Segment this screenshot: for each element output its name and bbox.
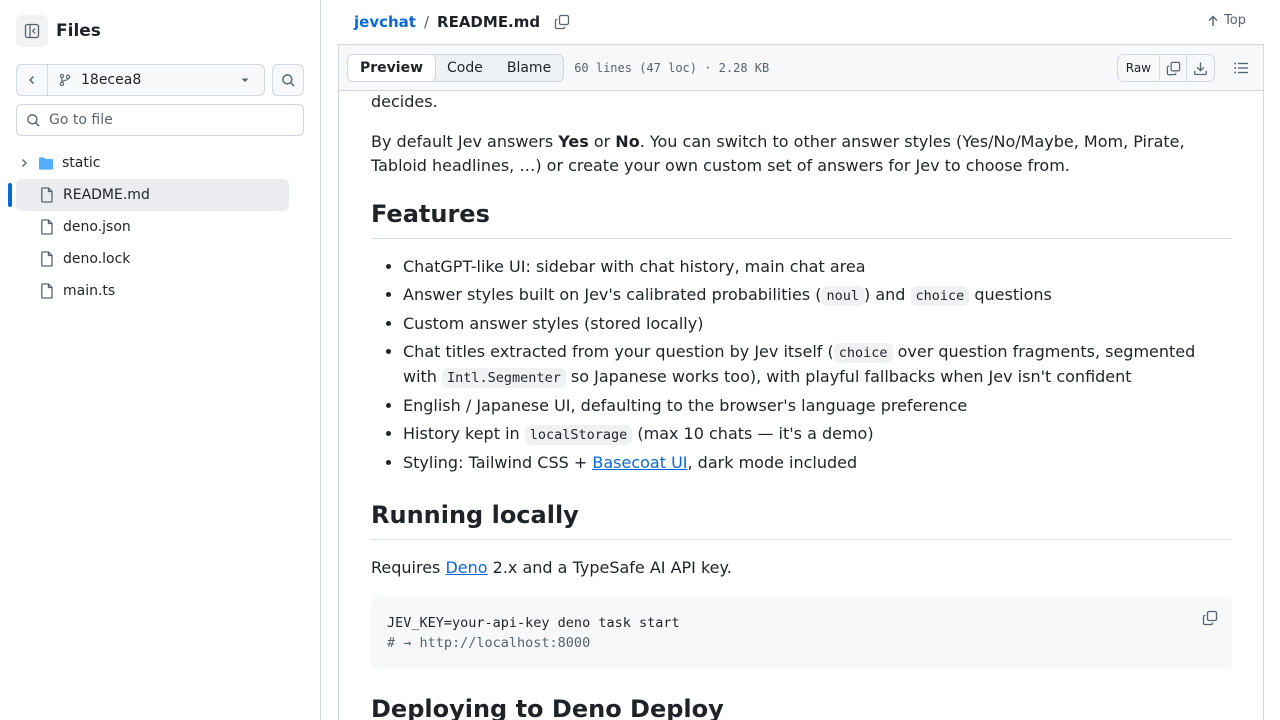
list-unordered-icon [1234, 62, 1248, 74]
download-button[interactable] [1187, 55, 1214, 81]
download-icon [1194, 61, 1207, 75]
list-item: English / Japanese UI, defaulting to the… [403, 394, 1232, 418]
code-line: JEV_KEY=your-api-key deno task start [387, 615, 680, 631]
file-icon [41, 251, 53, 267]
sidebar-title: Files [56, 21, 101, 41]
tree-item-deno-lock[interactable]: deno.lock [16, 243, 289, 275]
search-icon [281, 73, 295, 87]
copy-icon [554, 14, 570, 30]
go-to-file-field[interactable] [16, 104, 304, 136]
copy-icon [1202, 610, 1218, 626]
tree-item-label: README.md [63, 187, 150, 203]
file-tree-sidebar: Files 18ecea8 static REA [0, 0, 321, 720]
raw-button[interactable]: Raw [1118, 55, 1160, 81]
paragraph: By default Jev answers Yes or No. You ca… [371, 132, 1185, 175]
copy-code-button[interactable] [1202, 610, 1218, 632]
branch-select[interactable]: 18ecea8 [48, 65, 264, 95]
paragraph: Requires Deno 2.x and a TypeSafe AI API … [371, 558, 732, 577]
code-line: # → http://localhost:8000 [387, 635, 591, 651]
search-files-button[interactable] [272, 64, 304, 96]
heading-running-locally: Running locally [371, 499, 1232, 540]
readme-content: decides. By default Jev answers Yes or N… [338, 91, 1264, 720]
arrow-up-icon [1208, 15, 1218, 26]
breadcrumb-repo-link[interactable]: jevchat [354, 13, 416, 31]
file-toolbar: Preview Code Blame 60 lines (47 loc) · 2… [338, 44, 1264, 91]
tree-item-readme[interactable]: README.md [8, 179, 289, 211]
chevron-left-icon [28, 75, 35, 85]
sidebar-header: Files [16, 15, 101, 47]
deno-link[interactable]: Deno [445, 558, 487, 577]
collapse-sidebar-button[interactable] [16, 15, 48, 47]
file-icon [41, 187, 53, 203]
back-button[interactable] [17, 65, 48, 95]
file-header: jevchat / README.md Top [338, 0, 1264, 44]
basecoat-ui-link[interactable]: Basecoat UI [592, 453, 687, 472]
list-item: ChatGPT-like UI: sidebar with chat histo… [403, 255, 1232, 279]
breadcrumb-separator: / [423, 13, 430, 31]
caret-down-icon [241, 78, 249, 82]
list-item: Chat titles extracted from your question… [403, 340, 1232, 390]
copy-raw-button[interactable] [1160, 55, 1187, 81]
tab-code[interactable]: Code [435, 55, 495, 81]
copy-icon [1166, 61, 1180, 75]
heading-features: Features [371, 198, 1232, 239]
sidebar-collapse-icon [24, 23, 40, 39]
tab-blame[interactable]: Blame [495, 55, 563, 81]
folder-icon [38, 156, 54, 170]
back-to-top-button[interactable]: Top [1207, 13, 1246, 28]
file-tree: static README.md deno.json deno.lock mai… [8, 147, 289, 307]
list-item: Custom answer styles (stored locally) [403, 312, 1232, 336]
tree-item-main-ts[interactable]: main.ts [16, 275, 289, 307]
list-item: History kept in localStorage (max 10 cha… [403, 422, 1232, 447]
tree-item-label: static [62, 155, 101, 171]
chevron-right-icon [22, 159, 27, 167]
tree-item-label: deno.json [63, 219, 131, 235]
list-item: Styling: Tailwind CSS + Basecoat UI, dar… [403, 451, 1232, 475]
copy-path-button[interactable] [554, 14, 570, 30]
outline-button[interactable] [1233, 60, 1249, 76]
code-block: JEV_KEY=your-api-key deno task start # →… [371, 597, 1232, 669]
tree-item-deno-json[interactable]: deno.json [16, 211, 289, 243]
file-icon [41, 283, 53, 299]
view-mode-tabs: Preview Code Blame [347, 53, 565, 82]
search-icon [27, 113, 40, 127]
file-actions-group: Raw [1116, 54, 1215, 82]
heading-deploying: Deploying to Deno Deploy [371, 693, 1232, 720]
tree-item-static[interactable]: static [16, 147, 289, 179]
branch-name: 18ecea8 [81, 72, 142, 88]
top-label: Top [1224, 13, 1246, 28]
breadcrumb-file-name: README.md [437, 13, 541, 31]
file-info: 60 lines (47 loc) · 2.28 KB [574, 60, 770, 75]
file-icon [41, 219, 53, 235]
tree-item-label: deno.lock [63, 251, 131, 267]
list-item: Answer styles built on Jev's calibrated … [403, 283, 1232, 308]
git-branch-icon [59, 73, 71, 87]
branch-selector-group: 18ecea8 [16, 64, 265, 96]
paragraph: decides. [371, 92, 438, 111]
tab-preview[interactable]: Preview [347, 53, 437, 82]
features-list: ChatGPT-like UI: sidebar with chat histo… [403, 255, 1232, 475]
tree-item-label: main.ts [63, 283, 116, 299]
go-to-file-input[interactable] [49, 112, 279, 128]
